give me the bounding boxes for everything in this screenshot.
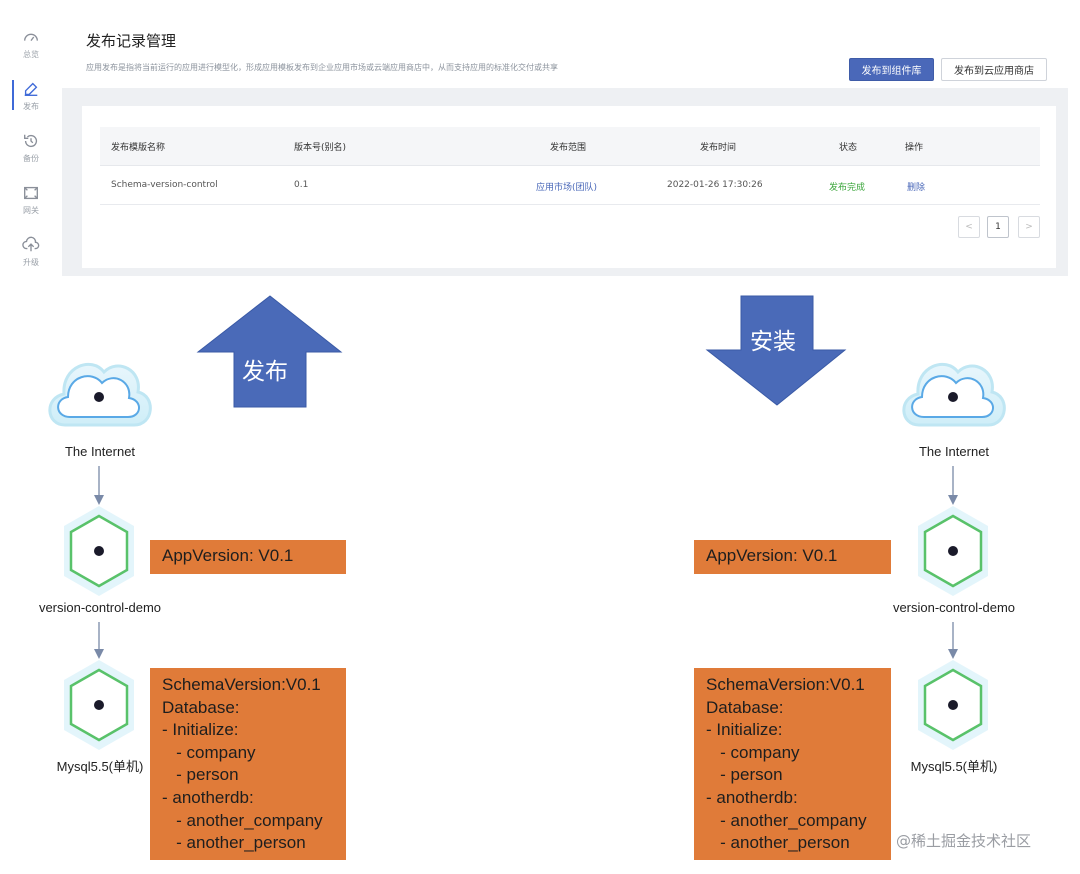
publish-arrow-label: 发布 [242, 359, 288, 385]
schema-line: - person [162, 765, 239, 785]
right-db-label: Mysql5.5(单机) [910, 759, 998, 774]
right-internet-label: The Internet [918, 444, 990, 459]
right-schema-box: SchemaVersion:V0.1 Database: - Initializ… [694, 668, 891, 860]
schema-line: SchemaVersion:V0.1 [706, 675, 865, 694]
schema-line: - another_company [162, 810, 323, 830]
left-internet-label: The Internet [64, 444, 136, 459]
left-db-hex-icon [64, 660, 134, 750]
left-app-version-box: AppVersion: V0.1 [150, 540, 346, 574]
left-cloud-icon [48, 362, 152, 427]
watermark: @稀土掘金技术社区 [896, 832, 1032, 850]
right-app-hex-icon [918, 506, 988, 596]
schema-line: SchemaVersion:V0.1 [162, 675, 321, 694]
right-db-hex-icon [918, 660, 988, 750]
left-app-hex-icon [64, 506, 134, 596]
install-arrow-label: 安装 [750, 329, 796, 355]
schema-line: - anotherdb: [706, 787, 798, 807]
left-schema-box: SchemaVersion:V0.1 Database: - Initializ… [150, 668, 346, 860]
schema-line: - another_company [706, 810, 867, 830]
right-app-version-box: AppVersion: V0.1 [694, 540, 891, 574]
right-cloud-icon [902, 362, 1006, 427]
left-app-label: version-control-demo [38, 600, 162, 615]
schema-line: Database: [162, 697, 240, 717]
schema-line: - Initialize: [706, 720, 783, 740]
schema-line: - company [706, 742, 800, 762]
schema-line: - person [706, 765, 783, 785]
schema-line: - company [162, 742, 256, 762]
right-app-label: version-control-demo [892, 600, 1016, 615]
schema-line: - another_person [162, 833, 306, 853]
left-db-label: Mysql5.5(单机) [56, 759, 144, 774]
schema-line: - anotherdb: [162, 787, 254, 807]
schema-line: - another_person [706, 833, 850, 853]
schema-line: - Initialize: [162, 720, 239, 740]
schema-line: Database: [706, 697, 784, 717]
